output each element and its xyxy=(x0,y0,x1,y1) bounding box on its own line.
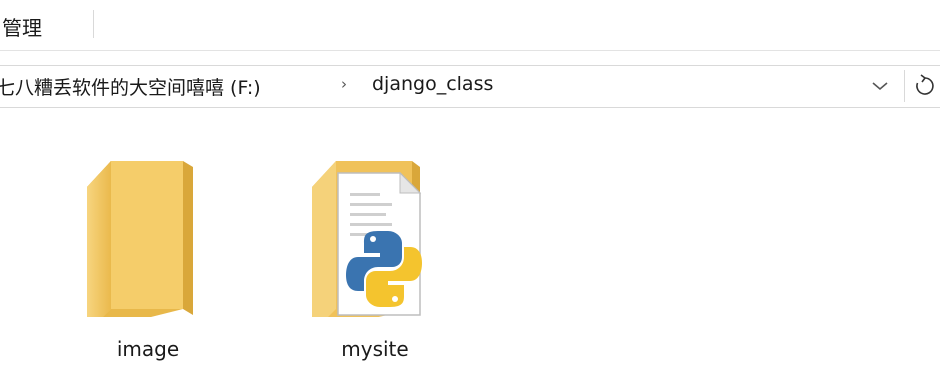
folder-icon xyxy=(87,161,193,317)
refresh-button[interactable] xyxy=(912,73,938,99)
chevron-down-icon xyxy=(872,82,888,91)
refresh-icon xyxy=(916,74,934,95)
file-item-image[interactable]: image xyxy=(73,117,223,367)
breadcrumb-separator-icon[interactable]: › xyxy=(341,75,347,93)
breadcrumb-current-folder[interactable]: django_class xyxy=(372,73,493,95)
ribbon-divider xyxy=(93,10,94,38)
ribbon: 管理 xyxy=(0,0,940,51)
file-list: image mysite xyxy=(0,107,940,363)
address-bar-divider xyxy=(904,70,905,102)
python-file-folder-icon xyxy=(312,161,422,317)
history-dropdown-button[interactable] xyxy=(867,74,893,98)
ribbon-tab-manage[interactable]: 管理 xyxy=(2,12,42,41)
file-item-mysite[interactable]: mysite xyxy=(300,117,450,367)
address-bar[interactable]: 七八糟丢软件的大空间嘻嘻 (F:) › django_class xyxy=(0,65,940,108)
file-name: image xyxy=(116,337,180,361)
file-name: mysite xyxy=(341,337,409,361)
breadcrumb-drive[interactable]: 七八糟丢软件的大空间嘻嘻 (F:) xyxy=(0,73,261,100)
